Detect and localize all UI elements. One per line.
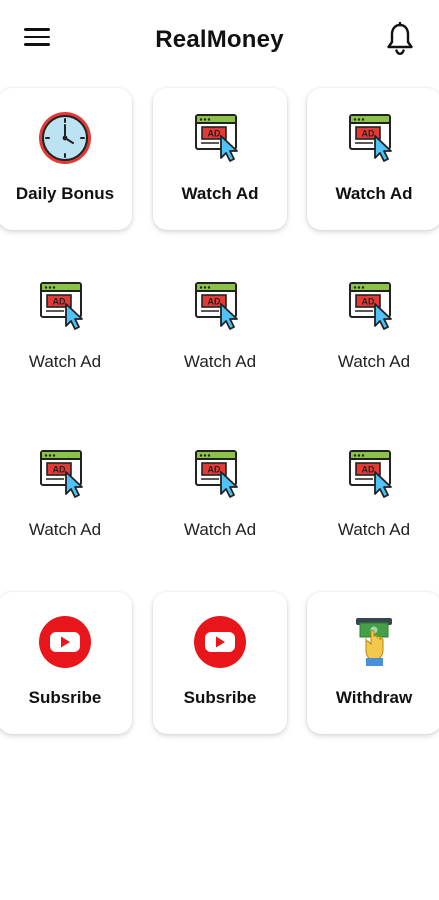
ad-window-icon: AD — [346, 446, 402, 502]
bell-icon[interactable] — [385, 22, 415, 56]
svg-text:AD: AD — [362, 465, 375, 475]
tile-label: Watch Ad — [335, 184, 413, 203]
youtube-icon — [37, 614, 93, 670]
svg-text:AD: AD — [208, 129, 221, 139]
withdraw-tile[interactable]: Withdraw — [307, 592, 439, 734]
watch-ad-tile[interactable]: AD Watch Ad — [153, 88, 287, 230]
app-bar: RealMoney — [0, 0, 439, 80]
ad-window-icon: AD — [37, 278, 93, 334]
svg-text:AD: AD — [208, 465, 221, 475]
watch-ad-tile[interactable]: AD Watch Ad — [0, 424, 132, 566]
tile-label: Watch Ad — [183, 352, 257, 371]
tile-label: Watch Ad — [183, 520, 257, 539]
watch-ad-tile[interactable]: AD Watch Ad — [307, 256, 439, 398]
ad-window-icon: AD — [37, 446, 93, 502]
ad-window-icon: AD — [192, 278, 248, 334]
clock-icon — [37, 110, 93, 166]
watch-ad-tile[interactable]: AD Watch Ad — [307, 424, 439, 566]
tile-label: Watch Ad — [28, 352, 102, 371]
tile-label: Subsribe — [183, 688, 257, 707]
ad-window-icon: AD — [192, 446, 248, 502]
svg-text:AD: AD — [362, 129, 375, 139]
ad-window-icon: AD — [346, 278, 402, 334]
ad-window-icon: AD — [346, 110, 402, 166]
watch-ad-tile[interactable]: AD Watch Ad — [153, 256, 287, 398]
tile-label: Watch Ad — [28, 520, 102, 539]
watch-ad-tile[interactable]: AD Watch Ad — [153, 424, 287, 566]
tile-label: Watch Ad — [337, 520, 411, 539]
app-title: RealMoney — [155, 26, 284, 53]
tile-label: Subsribe — [28, 688, 102, 707]
youtube-icon — [192, 614, 248, 670]
tile-label: Watch Ad — [181, 184, 259, 203]
ad-window-icon: AD — [192, 110, 248, 166]
subscribe-tile[interactable]: Subsribe — [153, 592, 287, 734]
svg-text:AD: AD — [53, 465, 66, 475]
subscribe-tile[interactable]: Subsribe — [0, 592, 132, 734]
svg-text:AD: AD — [53, 297, 66, 307]
svg-text:AD: AD — [208, 297, 221, 307]
watch-ad-tile[interactable]: AD Watch Ad — [0, 256, 132, 398]
watch-ad-tile[interactable]: AD Watch Ad — [307, 88, 439, 230]
cash-withdraw-icon — [346, 614, 402, 670]
svg-text:AD: AD — [362, 297, 375, 307]
tile-label: Daily Bonus — [15, 184, 115, 203]
tile-label: Withdraw — [335, 688, 413, 707]
tile-label: Watch Ad — [337, 352, 411, 371]
daily-bonus-tile[interactable]: Daily Bonus — [0, 88, 132, 230]
